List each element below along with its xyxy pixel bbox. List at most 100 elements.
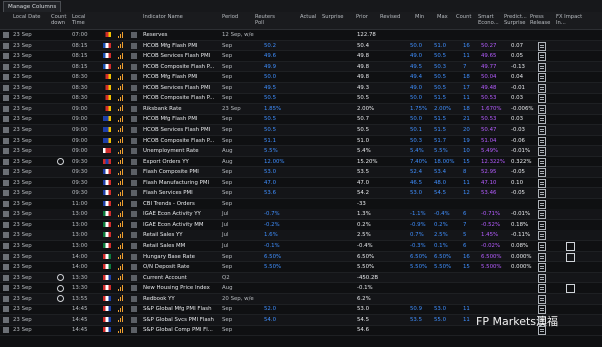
event-info-icon[interactable]	[131, 105, 137, 112]
header-period[interactable]: Period	[222, 14, 238, 20]
event-info-icon[interactable]	[131, 327, 137, 334]
row-select-icon[interactable]	[3, 211, 9, 218]
press-release-icon[interactable]	[538, 62, 546, 72]
event-info-icon[interactable]	[131, 116, 137, 123]
header-prior[interactable]: Prior	[356, 14, 368, 20]
indicator-name[interactable]: Flash Composite PMI	[143, 168, 199, 176]
row-select-icon[interactable]	[3, 264, 9, 271]
header-surprise[interactable]: Surprise	[322, 14, 343, 20]
header-smart-econo[interactable]: Smart Econo...	[478, 14, 500, 26]
event-info-icon[interactable]	[131, 158, 137, 165]
table-row[interactable]: 23 Sep 09:30 Flash Services PMI Sep 53.6 54.2…	[0, 188, 602, 200]
indicator-name[interactable]: Flash Manufacturing PMI	[143, 179, 209, 187]
row-select-icon[interactable]	[3, 190, 9, 197]
header-indicator-name[interactable]: Indicator Name	[143, 14, 183, 20]
table-row[interactable]: 23 Sep 13:00 Retail Sales MM Jul -0.1% -0.4% -…	[0, 241, 602, 252]
event-info-icon[interactable]	[131, 137, 137, 144]
header-count[interactable]: Count	[456, 14, 471, 20]
table-row[interactable]: 23 Sep 08:15 HCOB Mfg Flash PMI Sep 50.2 50.4…	[0, 40, 602, 52]
table-row[interactable]: 23 Sep 09:00 HCOB Services Flash PMI Sep 50.…	[0, 124, 602, 136]
press-release-icon[interactable]	[538, 157, 546, 167]
table-row[interactable]: 23 Sep 09:00 HCOB Composite Flash P... Sep 5…	[0, 136, 602, 147]
press-release-icon[interactable]	[538, 263, 546, 273]
indicator-name[interactable]: CBI Trends - Orders	[143, 200, 195, 208]
event-info-icon[interactable]	[131, 84, 137, 91]
header-min[interactable]: Min	[415, 14, 424, 20]
table-row[interactable]: 23 Sep 13:30 Current Account Q2 -450.2B	[0, 272, 602, 284]
event-info-icon[interactable]	[131, 295, 137, 302]
row-select-icon[interactable]	[3, 232, 9, 239]
indicator-name[interactable]: IGAE Econ Activity MM	[143, 221, 204, 229]
event-info-icon[interactable]	[131, 316, 137, 323]
event-info-icon[interactable]	[131, 200, 137, 207]
table-row[interactable]: 23 Sep 09:00 HCOB Mfg Flash PMI Sep 50.5 50.7…	[0, 114, 602, 126]
event-info-icon[interactable]	[131, 148, 137, 155]
press-release-icon[interactable]	[538, 231, 546, 241]
indicator-name[interactable]: Riksbank Rate	[143, 105, 182, 113]
table-row[interactable]: 23 Sep 13:30 New Housing Price Index Aug -0.…	[0, 283, 602, 294]
indicator-name[interactable]: Redbook YY	[143, 295, 175, 303]
table-row[interactable]: 23 Sep 13:55 Redbook YY 20 Sep, w/e 6.2%	[0, 293, 602, 305]
table-row[interactable]: 23 Sep 14:00 O/N Deposit Rate Sep 5.50% 5.50%…	[0, 262, 602, 273]
row-select-icon[interactable]	[3, 179, 9, 186]
indicator-name[interactable]: New Housing Price Index	[143, 284, 210, 292]
row-select-icon[interactable]	[3, 306, 9, 313]
press-release-icon[interactable]	[538, 210, 546, 220]
header-reuters-poll[interactable]: Reuters Poll	[255, 14, 277, 26]
row-select-icon[interactable]	[3, 200, 9, 207]
event-info-icon[interactable]	[131, 253, 137, 260]
event-info-icon[interactable]	[131, 95, 137, 102]
event-info-icon[interactable]	[131, 179, 137, 186]
indicator-name[interactable]: Export Orders YY	[143, 158, 189, 166]
table-row[interactable]: 23 Sep 08:15 HCOB Composite Flash P... Sep 4…	[0, 61, 602, 73]
row-select-icon[interactable]	[3, 148, 9, 155]
event-info-icon[interactable]	[131, 63, 137, 70]
indicator-name[interactable]: HCOB Composite Flash P...	[143, 63, 214, 71]
header-local-date[interactable]: Local Date	[13, 14, 41, 20]
press-release-icon[interactable]	[538, 178, 546, 188]
row-select-icon[interactable]	[3, 221, 9, 228]
event-info-icon[interactable]	[131, 211, 137, 218]
header-max[interactable]: Max	[437, 14, 448, 20]
event-info-icon[interactable]	[131, 274, 137, 281]
press-release-icon[interactable]	[538, 199, 546, 209]
event-info-icon[interactable]	[131, 221, 137, 228]
row-select-icon[interactable]	[3, 274, 9, 281]
row-select-icon[interactable]	[3, 316, 9, 323]
press-release-icon[interactable]	[538, 136, 546, 146]
indicator-name[interactable]: HCOB Mfg Flash PMI	[143, 42, 198, 50]
event-info-icon[interactable]	[131, 126, 137, 133]
row-select-icon[interactable]	[3, 84, 9, 91]
table-row[interactable]: 23 Sep 09:30 Flash Composite PMI Sep 53.0 53.…	[0, 167, 602, 178]
indicator-name[interactable]: O/N Deposit Rate	[143, 263, 190, 271]
table-row[interactable]: 23 Sep 09:30 Flash Manufacturing PMI Sep 47.…	[0, 178, 602, 189]
event-info-icon[interactable]	[131, 74, 137, 81]
press-release-icon[interactable]	[538, 252, 546, 262]
row-select-icon[interactable]	[3, 63, 9, 70]
indicator-name[interactable]: HCOB Mfg Flash PMI	[143, 73, 198, 81]
indicator-name[interactable]: HCOB Services Flash PMI	[143, 126, 210, 134]
event-info-icon[interactable]	[131, 169, 137, 176]
event-info-icon[interactable]	[131, 53, 137, 60]
indicator-name[interactable]: HCOB Mfg Flash PMI	[143, 115, 198, 123]
indicator-name[interactable]: HCOB Services Flash PMI	[143, 84, 210, 92]
row-select-icon[interactable]	[3, 285, 9, 292]
event-info-icon[interactable]	[131, 232, 137, 239]
indicator-name[interactable]: IGAE Econ Activity YY	[143, 210, 201, 218]
row-select-icon[interactable]	[3, 74, 9, 81]
indicator-name[interactable]: Retail Sales MM	[143, 242, 185, 250]
press-release-icon[interactable]	[538, 52, 546, 62]
header-predicted-surprise[interactable]: Predict... Surprise	[504, 14, 528, 26]
table-row[interactable]: 23 Sep 11:00 CBI Trends - Orders Sep -33	[0, 199, 602, 210]
press-release-icon[interactable]	[538, 125, 546, 135]
indicator-name[interactable]: Flash Services PMI	[143, 189, 193, 197]
header-fx-impact[interactable]: FX Impact In...	[556, 14, 584, 26]
event-info-icon[interactable]	[131, 306, 137, 313]
row-select-icon[interactable]	[3, 169, 9, 176]
press-release-icon[interactable]	[538, 41, 546, 51]
row-select-icon[interactable]	[3, 53, 9, 60]
indicator-name[interactable]: Unemployment Rate	[143, 147, 199, 155]
press-release-icon[interactable]	[538, 83, 546, 93]
press-release-icon[interactable]	[538, 168, 546, 178]
indicator-name[interactable]: HCOB Services Flash PMI	[143, 52, 210, 60]
